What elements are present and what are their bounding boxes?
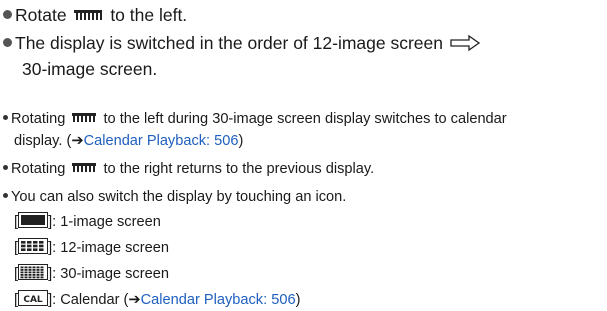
switch-line1: The display is switched in the order of … <box>15 33 443 53</box>
note-touch-icon: You can also switch the display by touch… <box>3 187 346 207</box>
note1-suffix: to the left during 30-image screen displ… <box>103 111 507 127</box>
calendar-playback-link[interactable]: Calendar Playback: 506 <box>84 133 239 149</box>
bullet-icon <box>3 114 8 120</box>
note-rotate-right: Rotating to the right returns to the pre… <box>3 159 374 179</box>
twelve-image-icon[interactable] <box>18 238 49 255</box>
rotate-suffix: to the left. <box>110 5 188 25</box>
rotate-prefix: Rotate <box>15 5 67 25</box>
note1-prefix: Rotating <box>11 111 66 127</box>
single-image-icon[interactable] <box>18 212 49 229</box>
calendar-icon-text: CAL <box>23 295 43 305</box>
note2-suffix: to the right returns to the previous dis… <box>103 161 375 177</box>
thirty-image-icon[interactable] <box>18 264 49 281</box>
icon-item-30-image: [ ]: 30-image screen <box>14 264 169 284</box>
instruction-rotate: Rotate to the left. <box>3 4 187 26</box>
note1-close: ) <box>238 133 244 149</box>
icon-item-12-image: [ ]: 12-image screen <box>14 238 169 258</box>
bullet-icon <box>3 37 12 47</box>
next-arrow-icon <box>450 35 481 52</box>
reference-arrow-icon: ➔ <box>71 133 84 149</box>
calendar-playback-link-2[interactable]: Calendar Playback: 506 <box>141 292 296 308</box>
rear-dial-icon <box>72 163 97 173</box>
reference-arrow-icon: ➔ <box>128 292 141 308</box>
icon-item-30-label: : 30-image screen <box>52 266 169 282</box>
rear-dial-icon <box>72 113 97 123</box>
manual-page: Rotate to the left. The display is switc… <box>0 0 607 311</box>
bullet-icon <box>3 164 8 170</box>
note1-line2-text: display. ( <box>14 133 72 149</box>
note1-line2: display. (➔Calendar Playback: 506) <box>14 131 243 151</box>
rear-dial-icon <box>74 9 103 20</box>
icon-item-calendar-close: ) <box>295 292 301 308</box>
instruction-switch-order: The display is switched in the order of … <box>3 32 481 54</box>
icon-item-calendar: [ CAL ]: Calendar (➔Calendar Playback: 5… <box>14 290 300 310</box>
calendar-icon[interactable]: CAL <box>18 290 49 307</box>
icon-item-1-label: : 1-image screen <box>52 214 161 230</box>
icon-item-1-image: [ ]: 1-image screen <box>14 212 161 232</box>
switch-line2: 30-image screen. <box>22 59 158 79</box>
note-rotate-left-calendar: Rotating to the left during 30-image scr… <box>3 109 507 129</box>
note2-prefix: Rotating <box>11 161 66 177</box>
note3-text: You can also switch the display by touch… <box>11 189 347 205</box>
bullet-icon <box>3 9 12 19</box>
bullet-icon <box>3 192 8 198</box>
icon-item-calendar-prefix: : Calendar ( <box>52 292 129 308</box>
icon-item-12-label: : 12-image screen <box>52 240 169 256</box>
